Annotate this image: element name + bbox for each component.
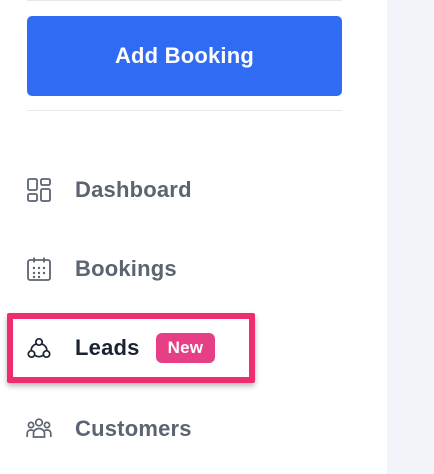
customers-group-icon (25, 415, 53, 443)
calendar-icon (25, 255, 53, 283)
sidebar: Add Booking Dashboard Bookings Leads New… (0, 0, 387, 474)
new-badge: New (155, 333, 216, 363)
sidebar-item-dashboard[interactable]: Dashboard (25, 170, 192, 210)
section-divider (27, 110, 342, 111)
sidebar-item-label: Bookings (75, 256, 177, 281)
sidebar-item-leads[interactable]: Leads New (25, 328, 216, 368)
sidebar-item-label: Customers (75, 416, 192, 441)
sidebar-item-label: Dashboard (75, 177, 192, 202)
leads-network-icon (25, 334, 53, 362)
sidebar-item-bookings[interactable]: Bookings (25, 249, 177, 289)
add-booking-button[interactable]: Add Booking (27, 16, 342, 96)
main-content-area (387, 0, 434, 474)
sidebar-item-label: Leads (75, 335, 140, 360)
sidebar-item-customers[interactable]: Customers (25, 409, 192, 449)
top-divider (27, 0, 342, 1)
dashboard-grid-icon (25, 176, 53, 204)
